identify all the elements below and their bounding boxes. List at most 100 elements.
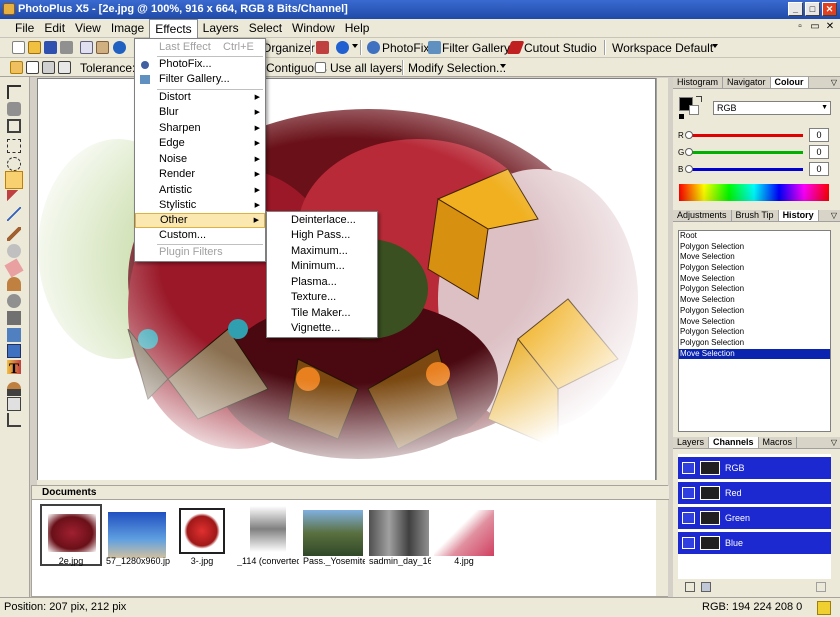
menu-item-other[interactable]: Other ▶ [135,213,265,228]
photofix-button[interactable]: PhotoFix [382,41,429,55]
document-thumb-57[interactable] [108,512,166,558]
green-slider[interactable] [688,151,803,154]
use-all-layers-label[interactable]: Use all layers [330,61,402,75]
pen-tool-icon[interactable] [7,382,21,396]
eye-icon[interactable] [682,487,695,499]
tab-history[interactable]: History [778,210,819,221]
default-colours-icon[interactable] [679,114,684,119]
eyedropper-icon[interactable] [7,207,21,221]
colour-mode-select[interactable]: RGB ▼ [713,101,831,115]
document-thumb-sadmin[interactable] [369,510,429,556]
submenu-item-vignette[interactable]: Vignette... [267,321,377,336]
tab-navigator[interactable]: Navigator [723,77,771,88]
green-slider-knob[interactable] [685,148,693,156]
blue-slider[interactable] [688,168,803,171]
photofix-menu-item[interactable]: PhotoFix... [135,57,265,72]
colour-spectrum[interactable] [679,184,829,201]
rect-select-icon[interactable] [7,139,21,153]
submenu-item-high-pass[interactable]: High Pass... [267,228,377,243]
organizer-button[interactable]: Organizer [262,41,315,55]
move-tool-icon[interactable] [7,85,21,99]
submenu-item-deinterlace[interactable]: Deinterlace... [267,213,377,228]
history-item[interactable]: Polygon Selection [679,263,830,274]
tab-adjustments[interactable]: Adjustments [673,210,732,221]
print-icon[interactable] [60,41,73,54]
tab-brush-tip[interactable]: Brush Tip [732,210,779,221]
menu-item-noise[interactable]: Noise ▶ [135,152,265,167]
menu-window[interactable]: Window [287,19,340,38]
tab-macros[interactable]: Macros [759,437,798,448]
submenu-item-minimum[interactable]: Minimum... [267,259,377,274]
blue-value-input[interactable]: 0 [809,162,829,176]
background-colour-swatch[interactable] [689,105,699,115]
blue-slider-knob[interactable] [685,165,693,173]
submenu-item-plasma[interactable]: Plasma... [267,275,377,290]
menu-help[interactable]: Help [340,19,375,38]
history-item-selected[interactable]: Move Selection [679,348,830,360]
save-selection-icon[interactable] [701,582,711,592]
menu-item-sharpen[interactable]: Sharpen ▶ [135,121,265,136]
history-item[interactable]: Move Selection [679,274,830,285]
document-thumb-4[interactable] [434,510,494,556]
modify-selection-button[interactable]: Modify Selection... [408,61,506,75]
use-all-layers-checkbox[interactable] [315,62,326,73]
swap-colours-icon[interactable] [696,96,702,102]
menu-item-render[interactable]: Render ▶ [135,167,265,182]
menu-item-edge[interactable]: Edge ▶ [135,136,265,151]
magic-wand-icon[interactable] [7,190,21,204]
eye-icon[interactable] [682,537,695,549]
document-thumb-114[interactable] [250,506,286,552]
submenu-item-texture[interactable]: Texture... [267,290,377,305]
history-list[interactable]: Root Polygon Selection Move Selection Po… [678,230,831,432]
menu-item-artistic[interactable]: Artistic ▶ [135,183,265,198]
submenu-item-tile-maker[interactable]: Tile Maker... [267,306,377,321]
history-item[interactable]: Polygon Selection [679,338,830,349]
eraser-icon[interactable] [4,258,24,278]
documents-scrollbar[interactable] [656,500,668,596]
mdi-restore-icon[interactable]: ▫ [794,21,806,33]
channel-row-blue[interactable]: Blue [678,532,831,555]
subtract-selection-icon[interactable] [42,61,55,74]
close-button[interactable]: ✕ [822,2,837,16]
help-icon[interactable] [336,41,349,54]
mdi-close-icon[interactable]: ✕ [824,21,836,33]
smudge-icon[interactable] [7,277,21,291]
history-panel-menu-icon[interactable]: ▽ [831,211,837,220]
custom-menu-item[interactable]: Custom... [135,228,265,243]
shape-tool-icon[interactable] [7,397,21,411]
resize-grip-icon[interactable] [817,601,831,615]
open-folder-icon[interactable] [28,41,41,54]
add-channel-icon[interactable] [685,582,695,592]
tab-layers[interactable]: Layers [673,437,710,448]
add-selection-icon[interactable] [26,61,39,74]
cutout-studio-button[interactable]: Cutout Studio [524,41,597,55]
menu-item-stylistic[interactable]: Stylistic ▶ [135,198,265,213]
minimize-button[interactable]: _ [788,2,803,16]
menu-view[interactable]: View [70,19,106,38]
menu-select[interactable]: Select [244,19,287,38]
tab-colour[interactable]: Colour [770,77,809,88]
history-item[interactable]: Move Selection [679,317,830,328]
history-item[interactable]: Polygon Selection [679,327,830,338]
history-item[interactable]: Root [679,231,830,242]
history-item[interactable]: Polygon Selection [679,242,830,253]
save-icon[interactable] [44,41,57,54]
menu-edit[interactable]: Edit [39,19,70,38]
menu-file[interactable]: File [10,19,39,38]
channel-row-rgb[interactable]: RGB [678,457,831,480]
polygon-lasso-icon[interactable] [5,171,23,189]
ellipse-select-icon[interactable] [7,157,21,171]
warp-icon[interactable] [7,344,21,358]
red-slider-knob[interactable] [685,131,693,139]
documents-tab[interactable]: Documents [42,487,96,498]
red-value-input[interactable]: 0 [809,128,829,142]
canvas-vertical-scrollbar[interactable] [656,78,668,482]
paint-tool-icon[interactable] [7,102,21,116]
copy-icon[interactable] [80,41,93,54]
menu-layers[interactable]: Layers [198,19,244,38]
document-thumb-yosemite[interactable] [303,510,363,556]
maximize-button[interactable]: □ [805,2,820,16]
tab-histogram[interactable]: Histogram [673,77,724,88]
menu-effects[interactable]: Effects [149,19,198,38]
new-file-icon[interactable] [12,41,25,54]
